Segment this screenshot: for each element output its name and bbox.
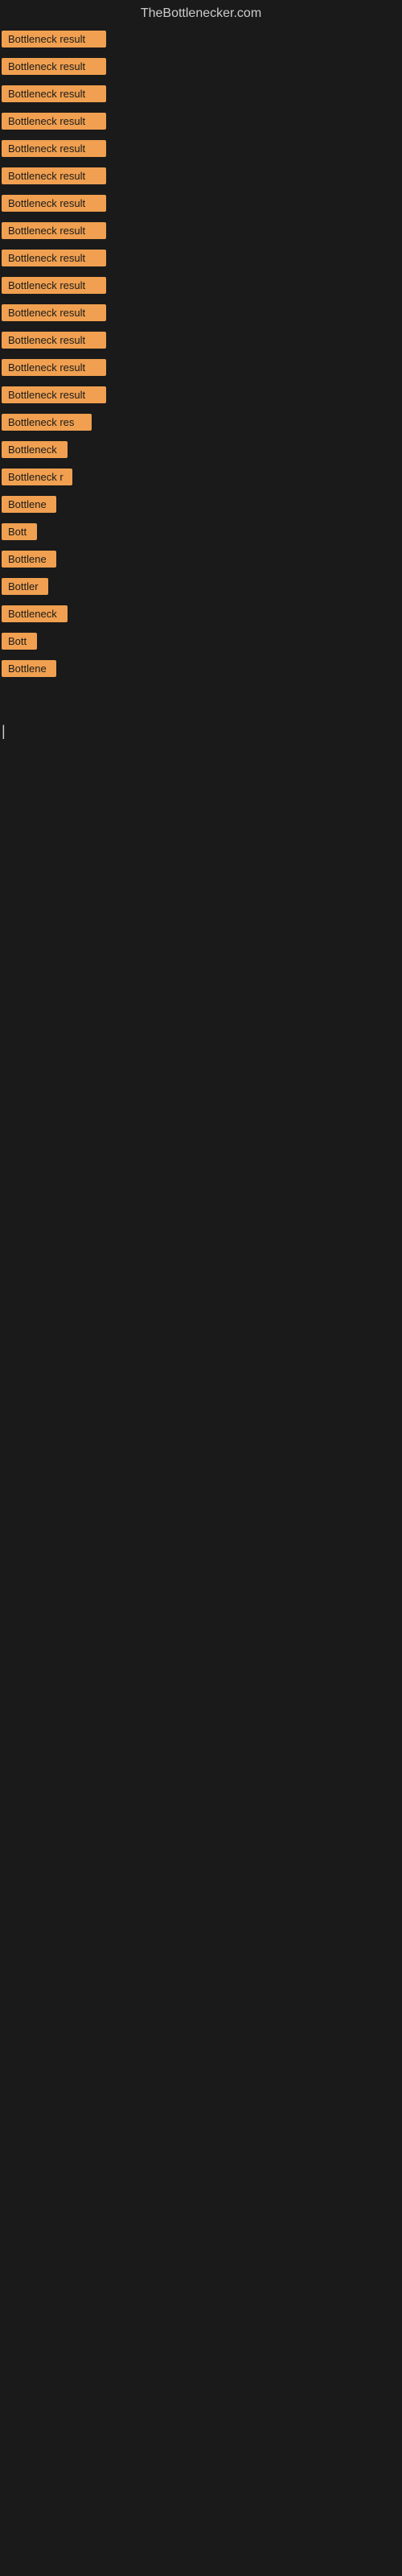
list-item: Bottleneck result [2, 195, 400, 216]
list-item: Bottleneck result [2, 113, 400, 134]
list-item: Bottlene [2, 660, 400, 681]
list-item: Bottleneck result [2, 386, 400, 407]
list-item: Bottleneck r [2, 469, 400, 489]
bottleneck-badge[interactable]: Bottleneck result [2, 140, 106, 157]
list-item: Bottleneck res [2, 414, 400, 435]
bottleneck-badge[interactable]: Bottleneck result [2, 58, 106, 75]
bottleneck-badge[interactable]: Bottleneck result [2, 304, 106, 321]
bottleneck-badge[interactable]: Bott [2, 633, 37, 650]
items-container: Bottleneck result Bottleneck result Bottle… [0, 27, 402, 691]
list-item: Bottleneck result [2, 250, 400, 270]
list-item: Bottleneck [2, 605, 400, 626]
list-item: Bottleneck result [2, 359, 400, 380]
bottleneck-badge[interactable]: Bottlene [2, 660, 56, 677]
bottleneck-badge[interactable]: Bottleneck r [2, 469, 72, 485]
bottleneck-badge[interactable]: Bottleneck result [2, 386, 106, 403]
list-item: Bott [2, 633, 400, 654]
list-item: Bottleneck result [2, 85, 400, 106]
list-item: Bottleneck result [2, 277, 400, 298]
bottleneck-badge[interactable]: Bottleneck [2, 441, 68, 458]
list-item: Bottleneck result [2, 222, 400, 243]
bottleneck-badge[interactable]: Bottleneck result [2, 31, 106, 47]
list-item: Bottleneck result [2, 58, 400, 79]
bottleneck-badge[interactable]: Bottleneck result [2, 113, 106, 130]
bottleneck-badge[interactable]: Bottleneck res [2, 414, 92, 431]
bottleneck-badge[interactable]: Bottleneck result [2, 332, 106, 349]
list-item: Bottler [2, 578, 400, 599]
bottleneck-badge[interactable]: Bottlene [2, 551, 56, 568]
list-item: Bottleneck result [2, 140, 400, 161]
bottleneck-badge[interactable]: Bottleneck result [2, 359, 106, 376]
list-item: Bottleneck [2, 441, 400, 462]
bottleneck-badge[interactable]: Bott [2, 523, 37, 540]
bottleneck-badge[interactable]: Bottleneck result [2, 250, 106, 266]
site-title: TheBottlenecker.com [0, 0, 402, 27]
list-item: Bottlene [2, 496, 400, 517]
bottleneck-badge[interactable]: Bottleneck result [2, 222, 106, 239]
list-item: Bott [2, 523, 400, 544]
list-item: Bottleneck result [2, 332, 400, 353]
bottleneck-badge[interactable]: Bottleneck result [2, 277, 106, 294]
bottleneck-badge[interactable]: Bottlene [2, 496, 56, 513]
bottleneck-badge[interactable]: Bottleneck [2, 605, 68, 622]
bottleneck-badge[interactable]: Bottleneck result [2, 195, 106, 212]
bottleneck-badge[interactable]: Bottleneck result [2, 85, 106, 102]
list-item: Bottleneck result [2, 31, 400, 52]
list-item: Bottleneck result [2, 167, 400, 188]
cursor-indicator: | [0, 723, 402, 740]
bottleneck-badge[interactable]: Bottler [2, 578, 48, 595]
list-item: Bottleneck result [2, 304, 400, 325]
bottleneck-badge[interactable]: Bottleneck result [2, 167, 106, 184]
list-item: Bottlene [2, 551, 400, 572]
